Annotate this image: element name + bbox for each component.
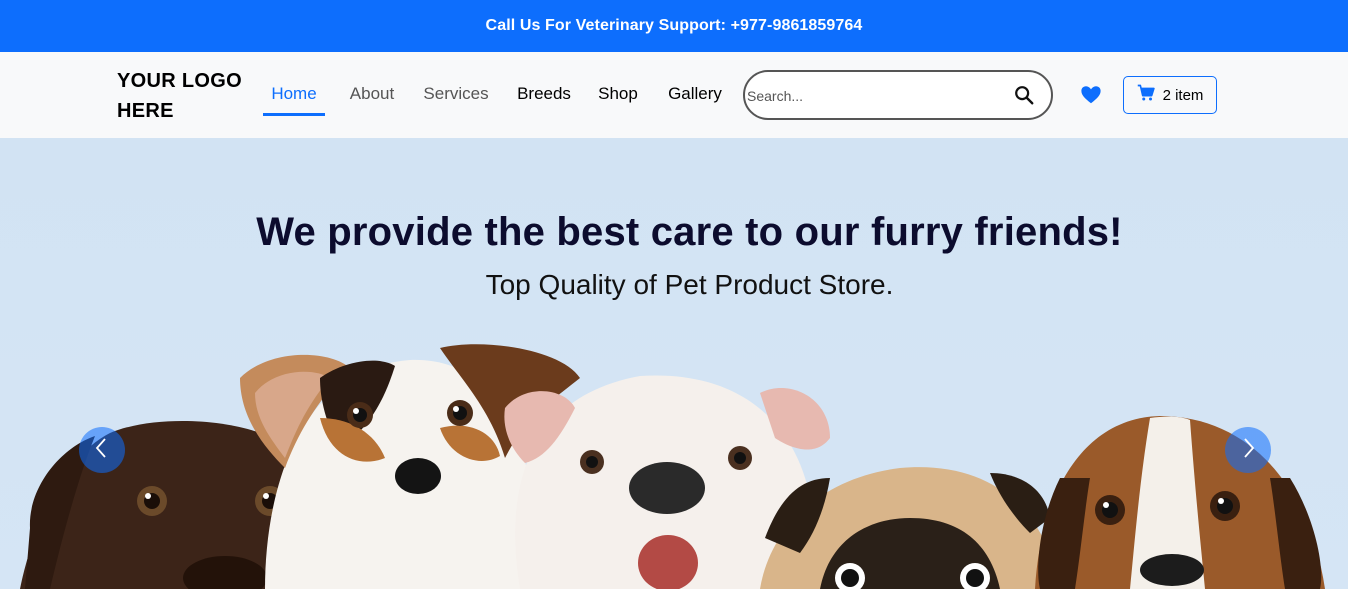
hero-title: We provide the best care to our furry fr… bbox=[256, 210, 1123, 254]
nav-home[interactable]: Home bbox=[263, 80, 325, 116]
logo-line-1: YOUR LOGO bbox=[117, 70, 242, 92]
cart-button[interactable]: 2 item bbox=[1123, 76, 1217, 114]
search-input[interactable] bbox=[747, 85, 1002, 107]
hero-carousel: We provide the best care to our furry fr… bbox=[0, 138, 1348, 589]
carousel-prev-button[interactable] bbox=[79, 427, 125, 473]
puppy-pug bbox=[760, 467, 1060, 589]
nav-home-label: Home bbox=[271, 84, 317, 103]
cart-icon bbox=[1137, 84, 1155, 106]
active-indicator bbox=[263, 113, 325, 116]
cart-count-label: 2 item bbox=[1162, 86, 1204, 104]
nav-gallery[interactable]: Gallery bbox=[663, 80, 727, 116]
nav-breeds[interactable]: Breeds bbox=[513, 80, 575, 116]
nav-services-label: Services bbox=[423, 84, 489, 103]
chevron-left-icon bbox=[90, 436, 114, 465]
main-navbar: YOUR LOGO HERE Home About Services Breed… bbox=[0, 52, 1348, 138]
nav-breeds-label: Breeds bbox=[517, 84, 571, 103]
carousel-next-button[interactable] bbox=[1225, 427, 1271, 473]
nav-shop[interactable]: Shop bbox=[594, 80, 642, 116]
nav-about-label: About bbox=[349, 84, 395, 103]
nav-services[interactable]: Services bbox=[420, 80, 492, 116]
heart-icon[interactable] bbox=[1080, 84, 1102, 106]
support-text: Call Us For Veterinary Support: +977-986… bbox=[485, 17, 863, 34]
nav-gallery-label: Gallery bbox=[668, 84, 722, 103]
hero-subtitle: Top Quality of Pet Product Store. bbox=[485, 269, 894, 300]
nav-shop-label: Shop bbox=[598, 84, 638, 103]
search-box bbox=[743, 70, 1053, 120]
hero-image bbox=[20, 344, 1325, 589]
support-bar: Call Us For Veterinary Support: +977-986… bbox=[0, 0, 1348, 52]
chevron-right-icon bbox=[1236, 436, 1260, 465]
logo-line-2: HERE bbox=[117, 100, 174, 122]
logo[interactable]: YOUR LOGO HERE bbox=[117, 66, 257, 126]
puppy-beagle bbox=[1035, 416, 1325, 589]
nav-about[interactable]: About bbox=[343, 80, 401, 116]
search-icon[interactable] bbox=[1013, 84, 1035, 106]
